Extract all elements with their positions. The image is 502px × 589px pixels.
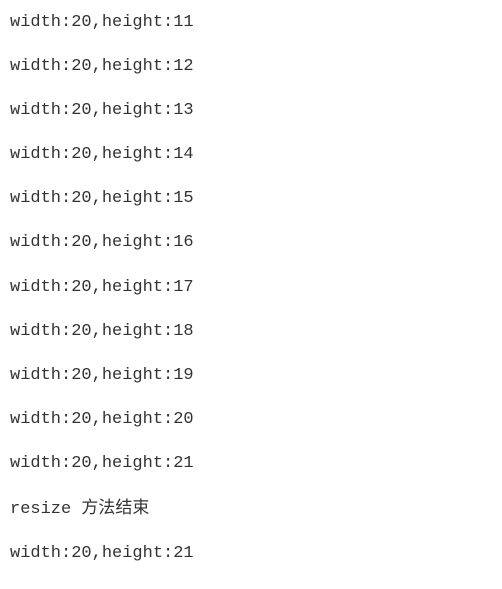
log-line: resize 方法结束 [10, 497, 492, 521]
log-line: width:20,height:11 [10, 12, 492, 34]
log-line: width:20,height:18 [10, 321, 492, 343]
log-line: width:20,height:21 [10, 453, 492, 475]
log-line: width:20,height:16 [10, 232, 492, 254]
log-cjk-segment: 方法结束 [81, 498, 149, 517]
log-line: width:20,height:13 [10, 100, 492, 122]
log-line: width:20,height:12 [10, 56, 492, 78]
log-output: width:20,height:11 width:20,height:12 wi… [0, 0, 502, 589]
log-line: width:20,height:17 [10, 277, 492, 299]
log-line: width:20,height:19 [10, 365, 492, 387]
log-mono-segment: resize [10, 500, 81, 519]
log-line: width:20,height:15 [10, 188, 492, 210]
log-line: width:20,height:14 [10, 144, 492, 166]
log-line: width:20,height:20 [10, 409, 492, 431]
log-line: width:20,height:21 [10, 543, 492, 565]
